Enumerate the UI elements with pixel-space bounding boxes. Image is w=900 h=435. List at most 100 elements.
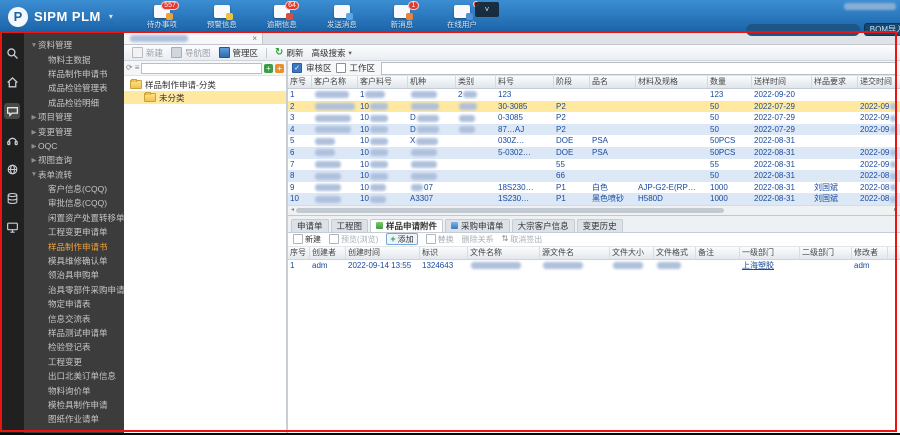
logo-caret-icon[interactable]: ▾ (109, 12, 113, 21)
column-header-机种[interactable]: 机种 (408, 76, 456, 88)
attachment-button-删除关系[interactable]: 删除关系 (462, 234, 494, 245)
sidebar-item-领治具申购单[interactable]: 领治具申购单 (24, 268, 124, 282)
collapse-toolbar-button[interactable]: ˅ (475, 2, 499, 17)
column-header-创建时间[interactable]: 创建时间 (346, 246, 420, 259)
detail-tab-采购申请单[interactable]: 采购申请单 (445, 218, 510, 232)
column-header-送样时间[interactable]: 送样时间 (752, 76, 812, 88)
topbar-action-待办事项[interactable]: 557 待办事项 (137, 1, 187, 30)
sidebar-item-成品检验明细[interactable]: 成品检验明细 (24, 96, 124, 110)
add-subcategory-icon[interactable]: + (275, 63, 284, 73)
sidebar-item-OQC[interactable]: ▶ OQC (24, 139, 124, 153)
horizontal-scrollbar[interactable]: ◂ ▸ (288, 204, 900, 215)
column-header-递交时间[interactable]: 递交时间 (858, 76, 900, 88)
refresh-tree-icon[interactable]: ⟳ (126, 63, 133, 73)
sidebar-item-项目管理[interactable]: ▶ 项目管理 (24, 110, 124, 124)
attachment-button-新建[interactable]: 新建 (293, 234, 321, 245)
support-headset-icon[interactable] (4, 132, 20, 148)
tree-view-icon[interactable]: ≡ (135, 63, 140, 73)
column-header-品名[interactable]: 品名 (590, 76, 636, 88)
table-row[interactable]: 4 10 D 87…AJ P2 50 2022-07-29 2022-09 (288, 123, 900, 136)
sidebar-item-样品测试申请单[interactable]: 样品测试申请单 (24, 326, 124, 340)
column-header-数量[interactable]: 数量 (708, 76, 752, 88)
column-header-一级部门[interactable]: 一级部门 (740, 246, 800, 259)
column-header-二级部门[interactable]: 二级部门 (800, 246, 852, 259)
tree-node-样品制作申请-分类[interactable]: 样品制作申请-分类 (124, 78, 286, 91)
sidebar-item-出口北美订单信息[interactable]: 出口北美订单信息 (24, 369, 124, 383)
sidebar-item-闲置资产处置转移单[interactable]: 闲置资产处置转移单 (24, 211, 124, 225)
add-category-icon[interactable]: + (264, 63, 273, 73)
scrollbar-thumb[interactable] (296, 207, 725, 213)
column-header-文件大小[interactable]: 文件大小 (610, 246, 654, 259)
sidebar-item-工程变更申请单[interactable]: 工程变更申请单 (24, 225, 124, 239)
close-tab-icon[interactable]: × (252, 34, 257, 43)
scroll-right-icon[interactable]: ▸ (892, 207, 899, 214)
detail-tab-变更历史[interactable]: 变更历史 (576, 218, 623, 232)
database-icon[interactable] (4, 190, 20, 206)
sidebar-item-变更管理[interactable]: ▶ 变更管理 (24, 124, 124, 138)
sidebar-item-成品检验管理表[interactable]: 成品检验管理表 (24, 81, 124, 95)
table-row[interactable]: 3 10 D 0-3085 P2 50 2022-07-29 2022-09 (288, 112, 900, 124)
checkbox-工作区[interactable] (335, 63, 346, 73)
topbar-action-逾期信息[interactable]: 64 逾期信息 (257, 1, 307, 30)
attachment-button-取消签出[interactable]: ⇅ 取消签出 (502, 234, 543, 245)
sidebar-item-审批信息(CQQ)[interactable]: 审批信息(CQQ) (24, 196, 124, 210)
sidebar-item-样品制作申请书[interactable]: 样品制作申请书 (24, 239, 124, 253)
table-row[interactable]: 7 10 55 55 2022-08-31 2022-09 (288, 159, 900, 171)
toolbar-button-管理区[interactable]: 管理区 (218, 47, 258, 59)
column-header-标识[interactable]: 标识 (420, 246, 468, 259)
sidebar-item-物定申请表[interactable]: 物定申请表 (24, 297, 124, 311)
search-icon[interactable] (4, 45, 20, 61)
checkbox-审核区[interactable]: ✓ (292, 63, 302, 73)
column-header-客户料号[interactable]: 客户料号 (358, 76, 408, 88)
sidebar-item-客户信息(CQQ)[interactable]: 客户信息(CQQ) (24, 182, 124, 196)
tree-node-未分类[interactable]: 未分类 (124, 91, 286, 104)
filter-input[interactable] (381, 61, 896, 75)
toolbar-button-刷新[interactable]: ↻ 刷新 (275, 47, 303, 59)
sidebar-item-检验登记表[interactable]: 检验登记表 (24, 340, 124, 354)
sidebar-item-工程变更[interactable]: 工程变更 (24, 355, 124, 369)
attachment-row[interactable]: 1 adm 2022-09-14 13:55 1324643 上海塑胶 adm (288, 260, 900, 272)
table-row[interactable]: 2 10 30-3085 P2 50 2022-07-29 2022-09 (288, 100, 900, 113)
sidebar-item-视图查询[interactable]: ▶ 视图查询 (24, 153, 124, 167)
column-header-类别[interactable]: 类别 (456, 76, 496, 88)
column-header-文件名称[interactable]: 文件名称 (468, 246, 540, 259)
column-header-样品要求[interactable]: 样品要求 (812, 76, 858, 88)
detail-tab-申请单[interactable]: 申请单 (291, 218, 329, 232)
column-header-备注[interactable]: 备注 (696, 246, 740, 259)
app-logo[interactable]: P SIPM PLM ▾ (0, 6, 123, 27)
attachment-button-预览(浏览)[interactable]: 预览(浏览) (329, 234, 378, 245)
sidebar-item-模具维修确认单[interactable]: 模具维修确认单 (24, 254, 124, 268)
sidebar-item-表单流转[interactable]: ▼ 表单流转 (24, 168, 124, 182)
globe-icon[interactable] (4, 161, 20, 177)
chat-icon[interactable] (4, 103, 20, 119)
table-row[interactable]: 6 10 5-0302… DOE PSA 50PCS 2022-08-31 2022-09 (288, 146, 900, 159)
column-header-料号[interactable]: 料号 (496, 76, 554, 88)
toolbar-button-新建[interactable]: 新建 (132, 47, 163, 59)
attachment-button-添加[interactable]: + 添加 (386, 233, 418, 246)
table-row[interactable]: 9 10 07 18S230… P1 白色 AJP-G2-E(RP… 1000 2022-08-… (288, 182, 900, 194)
column-header-修改者[interactable]: 修改者 (852, 246, 888, 259)
document-tab[interactable]: × (124, 33, 263, 44)
detail-tab-大宗客户信息[interactable]: 大宗客户信息 (511, 218, 575, 232)
sidebar-item-治具零部件采购申请单[interactable]: 治具零部件采购申请单 (24, 283, 124, 297)
bom-import-button[interactable]: BOM导入 (863, 23, 900, 36)
column-header-客户名称[interactable]: 客户名称 (312, 76, 358, 88)
table-row[interactable]: 10 10 A3307 1S230… P1 黑色喷砂 H580D 1000 2022-08-31… (288, 193, 900, 205)
column-header-文件格式[interactable]: 文件格式 (654, 246, 696, 259)
scroll-left-icon[interactable]: ◂ (289, 207, 296, 214)
sidebar-item-模检具制作申请[interactable]: 模检具制作申请 (24, 398, 124, 412)
monitor-icon[interactable] (4, 219, 20, 235)
table-row[interactable]: 8 10 66 50 2022-08-31 2022-08 (288, 170, 900, 182)
column-header-创建者[interactable]: 创建者 (310, 246, 346, 259)
table-row[interactable]: 5 10 X 030Z… DOE PSA 50PCS 2022-08-31 (288, 135, 900, 147)
column-header-源文件名[interactable]: 源文件名 (540, 246, 610, 259)
column-header-序号[interactable]: 序号 (288, 76, 312, 88)
tree-search-input[interactable] (141, 62, 262, 74)
topbar-action-发送消息[interactable]: 发送消息 (317, 5, 367, 30)
topbar-action-预警信息[interactable]: 预警信息 (197, 5, 247, 30)
sidebar-item-样品制作申请书[interactable]: 样品制作申请书 (24, 67, 124, 81)
detail-tab-样品申请附件[interactable]: 样品申请附件 (370, 218, 444, 232)
sidebar-item-物料主数据[interactable]: 物料主数据 (24, 52, 124, 66)
column-header-阶段[interactable]: 阶段 (554, 76, 590, 88)
table-row[interactable]: 1 1 2 123 123 2022-09-20 (288, 89, 900, 101)
